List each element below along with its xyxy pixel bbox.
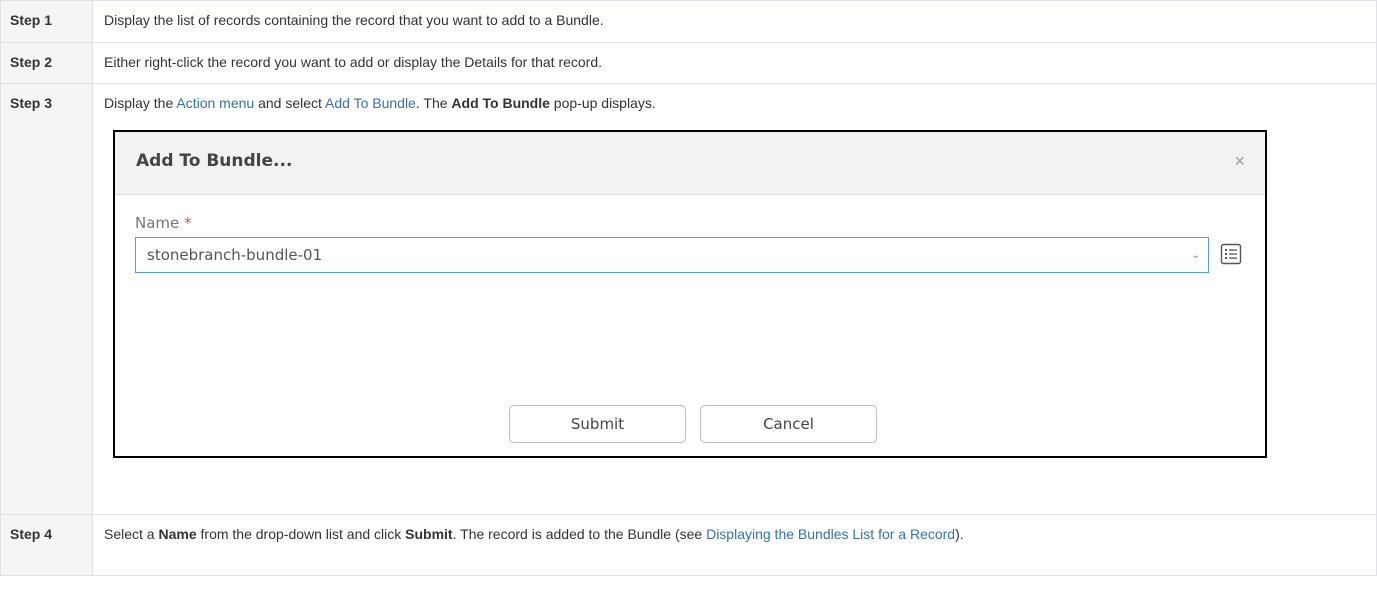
chevron-down-icon[interactable]: ⌄ [1192,247,1200,265]
add-to-bundle-link[interactable]: Add To Bundle [325,95,416,111]
add-to-bundle-dialog: Add To Bundle... × Name * stonebranch-bu… [113,130,1267,458]
dialog-header: Add To Bundle... × [115,132,1265,195]
dialog-title: Add To Bundle... [136,151,293,171]
action-menu-link[interactable]: Action menu [176,95,254,111]
steps-table: Step 1 Display the list of records conta… [0,0,1377,576]
step-row-2: Step 2 Either right-click the record you… [0,42,1377,84]
list-details-icon[interactable] [1220,243,1242,265]
name-select[interactable]: stonebranch-bundle-01 ⌄ [135,237,1209,273]
name-field-label: Name * [135,214,192,232]
step-row-3: Step 3 Display the Action menu and selec… [0,83,1377,515]
close-icon[interactable]: × [1234,152,1245,170]
submit-button[interactable]: Submit [509,405,686,443]
step-label: Step 1 [0,0,93,43]
displaying-bundles-list-link[interactable]: Displaying the Bundles List for a Record [706,526,955,542]
step-label: Step 3 [0,83,93,515]
step-row-4: Step 4 Select a Name from the drop-down … [0,514,1377,576]
name-select-value: stonebranch-bundle-01 [147,246,323,264]
step-content: Display the Action menu and select Add T… [92,83,1377,515]
step-text: Either right-click the record you want t… [92,42,1377,84]
step-text: Select a Name from the drop-down list an… [92,514,1377,576]
step-text: Display the list of records containing t… [92,0,1377,43]
step-text: Display the Action menu and select Add T… [104,95,656,111]
required-marker: * [184,214,192,232]
cancel-button[interactable]: Cancel [700,405,877,443]
step-row-1: Step 1 Display the list of records conta… [0,0,1377,43]
step-label: Step 2 [0,42,93,84]
step-label: Step 4 [0,514,93,576]
